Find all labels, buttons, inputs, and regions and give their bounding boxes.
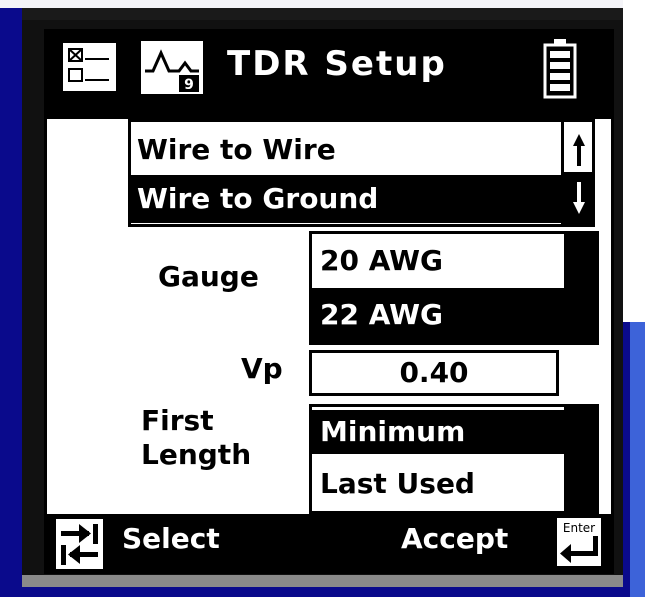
slide-right-strip: [623, 0, 645, 322]
page-title: TDR Setup: [227, 44, 447, 84]
gauge-label: Gauge: [158, 260, 259, 293]
waveform-icon[interactable]: 9: [139, 39, 205, 96]
slide-top-strip: [0, 0, 640, 8]
header-bar: 9 TDR Setup: [47, 32, 611, 119]
vp-field[interactable]: 0.40: [309, 350, 559, 396]
gauge-selector[interactable]: 20 AWG 22 AWG: [309, 231, 599, 345]
enter-key-label: Enter: [563, 521, 595, 535]
list-scrollbar[interactable]: [561, 122, 592, 224]
device-bezel: 9 TDR Setup Wire to Wire Wire to Ground: [22, 8, 623, 587]
battery-icon: [543, 39, 577, 99]
scroll-down-icon[interactable]: [570, 178, 588, 218]
select-toggle-icon[interactable]: [55, 518, 104, 570]
first-length-option-minimum[interactable]: Minimum: [312, 410, 567, 454]
gauge-scrollbar[interactable]: [564, 234, 596, 342]
first-length-label-line1: First: [141, 404, 214, 437]
bezel-bottom: [22, 575, 623, 587]
slide-background: [0, 0, 22, 597]
gauge-option-22awg[interactable]: 22 AWG: [312, 288, 567, 342]
waveform-badge: 9: [184, 77, 194, 93]
footer-bar: Select Accept Enter: [47, 514, 611, 571]
vp-label: Vp: [241, 352, 283, 385]
first-length-scrollbar[interactable]: [564, 407, 596, 511]
slide-right-accent: [630, 322, 645, 597]
test-mode-list[interactable]: Wire to Wire Wire to Ground: [128, 119, 595, 227]
lcd-screen: 9 TDR Setup Wire to Wire Wire to Ground: [44, 29, 614, 574]
menu-checklist-icon[interactable]: [61, 41, 118, 93]
list-item-wire-to-wire[interactable]: Wire to Wire: [131, 126, 561, 174]
list-item-wire-to-ground[interactable]: Wire to Ground: [131, 175, 561, 223]
accept-label[interactable]: Accept: [401, 522, 508, 555]
scroll-up-icon[interactable]: [570, 130, 588, 170]
first-length-label-line2: Length: [141, 438, 252, 471]
first-length-option-last-used[interactable]: Last Used: [312, 459, 567, 509]
enter-key-icon[interactable]: Enter: [555, 516, 603, 568]
first-length-selector[interactable]: Minimum Last Used: [309, 404, 599, 514]
select-label[interactable]: Select: [122, 522, 220, 555]
bezel-top: [22, 8, 623, 20]
first-length-label: First Length: [141, 404, 251, 472]
gauge-option-20awg[interactable]: 20 AWG: [312, 234, 567, 288]
